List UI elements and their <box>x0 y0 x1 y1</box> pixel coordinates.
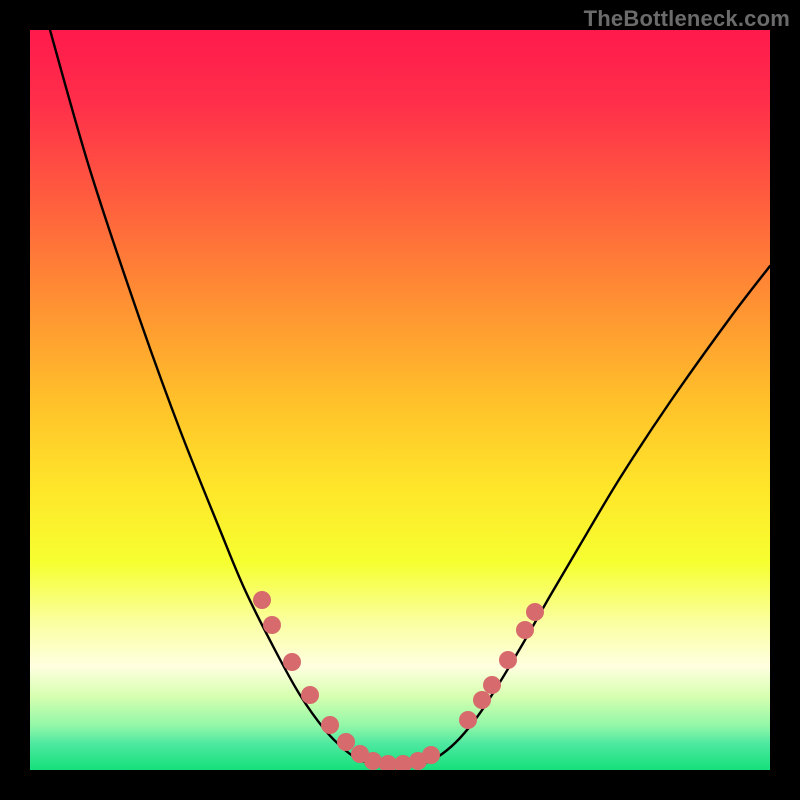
chart-frame: TheBottleneck.com <box>0 0 800 800</box>
data-point <box>337 733 355 751</box>
bottleneck-curve <box>30 30 770 770</box>
data-point <box>473 691 491 709</box>
data-point <box>483 676 501 694</box>
watermark-text: TheBottleneck.com <box>584 6 790 32</box>
data-point <box>516 621 534 639</box>
data-point <box>459 711 477 729</box>
data-point <box>321 716 339 734</box>
data-point <box>253 591 271 609</box>
data-point <box>422 746 440 764</box>
data-point <box>283 653 301 671</box>
data-point <box>499 651 517 669</box>
data-point <box>526 603 544 621</box>
data-point <box>301 686 319 704</box>
data-point <box>263 616 281 634</box>
plot-area <box>30 30 770 770</box>
data-point <box>364 752 382 770</box>
